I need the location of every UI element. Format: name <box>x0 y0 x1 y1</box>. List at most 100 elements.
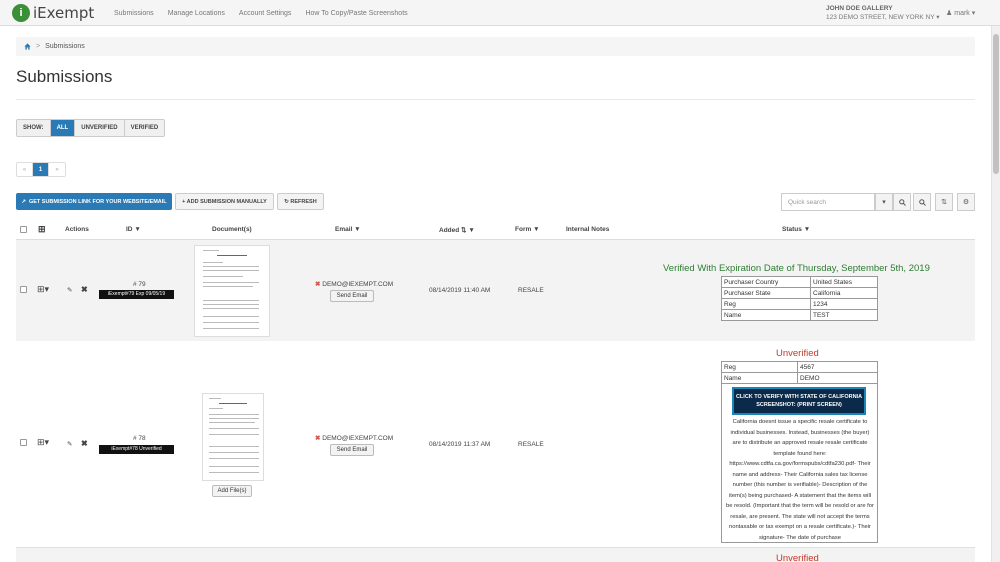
filter-all[interactable]: ALL <box>50 120 76 136</box>
col-actions: Actions <box>65 226 89 233</box>
col-email-label: Email <box>335 226 353 233</box>
filter-icon[interactable]: ▼ <box>804 226 810 233</box>
sort-icon[interactable]: ⇅ <box>461 227 466 234</box>
added-date: 08/14/2019 11:40 AM <box>429 287 491 294</box>
send-email-button[interactable]: Send Email <box>330 444 374 456</box>
filter-icon[interactable]: ▼ <box>533 226 539 233</box>
filter-icon[interactable]: ▼ <box>468 227 474 234</box>
page-title: Submissions <box>16 67 113 86</box>
logo-mark: i <box>12 4 30 22</box>
scrollbar-thumb[interactable] <box>993 34 999 174</box>
vertical-scrollbar[interactable] <box>991 26 1000 562</box>
table-row: ⊞▾ ✎ ✖ # 79 iExempt#79 Exp 09/05/19 ✖ DE… <box>16 240 975 341</box>
detail-key: Purchaser State <box>721 287 811 299</box>
nav-account-settings[interactable]: Account Settings <box>239 10 292 17</box>
breadcrumb-current: Submissions <box>45 43 85 50</box>
expand-all-icon[interactable]: ⊞ <box>38 224 46 235</box>
share-icon: ↗ <box>21 198 26 205</box>
delete-icon[interactable]: ✖ <box>81 439 88 448</box>
filter-icon[interactable]: ▼ <box>354 226 360 233</box>
refresh-button[interactable]: ↻ REFRESH <box>277 193 324 210</box>
search-dropdown-button[interactable]: ▾ <box>875 193 893 211</box>
settings-button[interactable]: ⚙ <box>957 193 975 211</box>
detail-value: 4567 <box>797 361 878 373</box>
document-thumbnail[interactable] <box>202 393 264 481</box>
row-checkbox[interactable] <box>20 439 27 446</box>
nav-how-to-screenshots[interactable]: How To Copy/Paste Screenshots <box>305 10 407 17</box>
edit-icon[interactable]: ✎ <box>67 440 72 448</box>
table-row: Unverified <box>16 548 975 562</box>
show-filter: SHOW: ALL UNVERIFIED VERIFIED <box>16 119 166 137</box>
col-added-label: Added <box>439 227 460 234</box>
add-submission-button[interactable]: + ADD SUBMISSION MANUALLY <box>175 193 274 210</box>
detail-value: United States <box>810 276 878 288</box>
row-checkbox[interactable] <box>20 286 27 293</box>
col-id-label: ID <box>126 226 133 233</box>
clear-search-button[interactable] <box>913 193 931 211</box>
get-link-label: GET SUBMISSION LINK FOR YOUR WEBSITE/EMA… <box>28 198 167 205</box>
select-all-checkbox[interactable] <box>20 226 27 233</box>
col-email[interactable]: Email ▼ <box>335 226 361 233</box>
col-documents: Document(s) <box>212 226 252 233</box>
user-name: mark ▾ <box>954 10 976 17</box>
col-form-label: Form <box>515 226 532 233</box>
sort-button[interactable]: ⇅ <box>935 193 953 211</box>
search-button[interactable] <box>893 193 911 211</box>
col-form[interactable]: Form ▼ <box>515 226 540 233</box>
row-expand-button[interactable]: ⊞▾ <box>37 284 49 295</box>
user-icon: ♟ <box>946 10 953 17</box>
search-icon <box>898 198 906 206</box>
home-icon[interactable] <box>24 43 31 50</box>
pager-next[interactable]: » <box>49 163 65 176</box>
detail-value: California <box>810 287 878 299</box>
status-text: Unverified <box>776 553 819 562</box>
breadcrumb: > Submissions <box>16 37 975 56</box>
col-added[interactable]: Added ⇅ ▼ <box>439 226 475 234</box>
filter-verified[interactable]: VERIFIED <box>124 120 165 136</box>
email-cell: ✖ DEMO@IEXEMPT.COM <box>315 280 393 288</box>
edit-icon[interactable]: ✎ <box>67 286 72 294</box>
pagination: « 1 » <box>16 162 66 177</box>
gallery-address: 123 DEMO STREET, NEW YORK NY ▾ <box>826 14 940 21</box>
gallery-selector[interactable]: JOHN DOE GALLERY 123 DEMO STREET, NEW YO… <box>826 5 940 21</box>
row-id: # 78 <box>133 435 146 442</box>
send-email-button[interactable]: Send Email <box>330 290 374 302</box>
col-status-label: Status <box>782 226 802 233</box>
detail-value: DEMO <box>797 372 878 384</box>
verify-with-state-button[interactable]: CLICK TO VERIFY WITH STATE OF CALIFORNIA… <box>732 387 866 415</box>
logo-text: iExempt <box>33 4 95 22</box>
title-divider <box>16 99 975 100</box>
email-address: DEMO@IEXEMPT.COM <box>322 435 394 442</box>
gear-icon: ⚙ <box>962 199 970 206</box>
status-text: Verified With Expiration Date of Thursda… <box>663 263 930 274</box>
pager-prev[interactable]: « <box>17 163 33 176</box>
detail-key: Name <box>721 309 811 321</box>
quick-search-input[interactable]: Quick search <box>781 193 875 211</box>
filter-unverified[interactable]: UNVERIFIED <box>75 120 125 136</box>
email-address: DEMO@IEXEMPT.COM <box>322 281 394 288</box>
col-status[interactable]: Status ▼ <box>782 226 810 233</box>
pager-current[interactable]: 1 <box>33 163 49 176</box>
row-expand-button[interactable]: ⊞▾ <box>37 437 49 448</box>
nav-manage-locations[interactable]: Manage Locations <box>168 10 225 17</box>
verification-panel: CLICK TO VERIFY WITH STATE OF CALIFORNIA… <box>721 383 878 543</box>
col-id[interactable]: ID ▼ <box>126 226 141 233</box>
filter-icon[interactable]: ▼ <box>134 226 140 233</box>
sort-icon: ⇅ <box>941 199 947 206</box>
top-navbar: i iExempt Submissions Manage Locations A… <box>0 0 1000 26</box>
delete-icon[interactable]: ✖ <box>81 285 88 294</box>
logo[interactable]: i iExempt <box>12 3 94 23</box>
caret-down-icon: ▾ <box>882 199 886 206</box>
add-files-button[interactable]: Add File(s) <box>212 485 252 497</box>
form-type: RESALE <box>518 441 544 448</box>
email-invalid-icon: ✖ <box>315 281 321 288</box>
get-submission-link-button[interactable]: ↗ GET SUBMISSION LINK FOR YOUR WEBSITE/E… <box>16 193 172 210</box>
document-thumbnail[interactable] <box>194 245 270 337</box>
detail-key: Purchaser Country <box>721 276 811 288</box>
email-cell: ✖ DEMO@IEXEMPT.COM <box>315 434 393 442</box>
detail-key: Name <box>721 372 798 384</box>
table-row: ⊞▾ ✎ ✖ # 78 iExempt#78 Unverified Add Fi… <box>16 341 975 548</box>
user-menu[interactable]: ♟ mark ▾ <box>946 9 975 17</box>
id-badge: iExempt#78 Unverified <box>99 445 174 454</box>
nav-submissions[interactable]: Submissions <box>114 10 154 17</box>
